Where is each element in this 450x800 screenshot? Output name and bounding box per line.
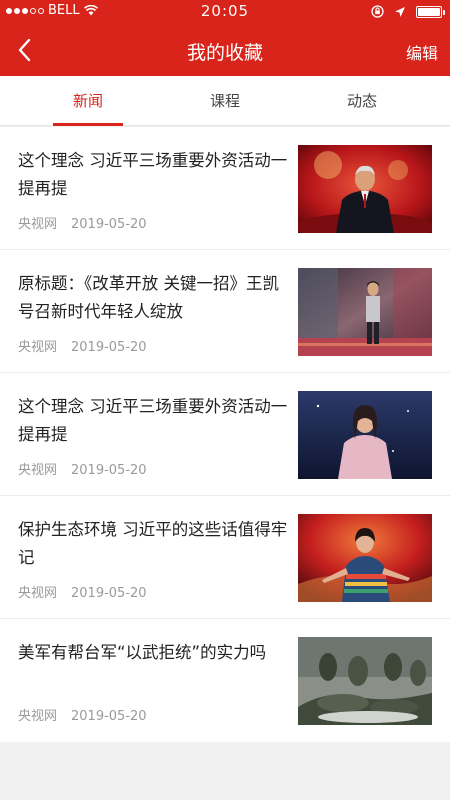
status-bar: BELL 20:05: [0, 0, 450, 24]
news-thumbnail: [298, 514, 432, 602]
battery-icon: [416, 5, 445, 18]
news-source: 央视网: [18, 463, 58, 478]
news-meta: 央视网 2019-05-20: [18, 459, 147, 478]
news-thumbnail: [298, 391, 432, 479]
status-right: [371, 5, 445, 18]
news-source: 央视网: [18, 217, 58, 232]
app-header: BELL 20:05 我的收藏 编辑: [0, 0, 450, 76]
news-item[interactable]: 美军有帮台军“以武拒统”的实力吗 央视网 2019-05-20: [0, 619, 450, 742]
news-date: 2019-05-20: [71, 217, 147, 232]
tab-news[interactable]: 新闻: [13, 76, 163, 126]
news-source: 央视网: [18, 340, 58, 355]
news-meta: 央视网 2019-05-20: [18, 705, 147, 724]
news-item[interactable]: 这个理念 习近平三场重要外资活动一提再提 央视网 2019-05-20: [0, 373, 450, 496]
location-arrow-icon: [395, 6, 405, 17]
news-item[interactable]: 保护生态环境 习近平的这些话值得牢记 央视网 2019-05-20: [0, 496, 450, 619]
news-date: 2019-05-20: [71, 463, 147, 478]
news-item[interactable]: 这个理念 习近平三场重要外资活动一提再提 央视网 2019-05-20: [0, 127, 450, 250]
news-date: 2019-05-20: [71, 340, 147, 355]
news-title: 原标题：《改革开放 关键一招》王凯号召新时代年轻人绽放: [18, 274, 279, 321]
news-title: 美军有帮台军“以武拒统”的实力吗: [18, 643, 267, 662]
news-thumbnail: [298, 145, 432, 233]
favorites-list: 这个理念 习近平三场重要外资活动一提再提 央视网 2019-05-20 原标题：…: [0, 127, 450, 742]
page-title: 我的收藏: [186, 42, 263, 64]
news-date: 2019-05-20: [71, 709, 147, 724]
news-thumbnail: [298, 268, 432, 356]
news-item[interactable]: 原标题：《改革开放 关键一招》王凯号召新时代年轻人绽放 央视网 2019-05-2…: [0, 250, 450, 373]
news-title: 保护生态环境 习近平的这些话值得牢记: [18, 520, 288, 567]
news-title: 这个理念 习近平三场重要外资活动一提再提: [18, 151, 288, 198]
category-tabs: 新闻 课程 动态: [0, 76, 450, 126]
tab-courses[interactable]: 课程: [150, 76, 300, 126]
news-meta: 央视网 2019-05-20: [18, 213, 147, 232]
tab-moments[interactable]: 动态: [287, 76, 437, 126]
news-date: 2019-05-20: [71, 586, 147, 601]
news-meta: 央视网 2019-05-20: [18, 582, 147, 601]
back-button[interactable]: [14, 36, 38, 64]
news-meta: 央视网 2019-05-20: [18, 336, 147, 355]
orientation-lock-icon: [371, 5, 384, 18]
news-thumbnail: [298, 637, 432, 725]
news-source: 央视网: [18, 709, 58, 724]
news-source: 央视网: [18, 586, 58, 601]
active-tab-indicator: [53, 123, 123, 126]
news-title: 这个理念 习近平三场重要外资活动一提再提: [18, 397, 288, 444]
edit-button[interactable]: 编辑: [406, 40, 438, 64]
